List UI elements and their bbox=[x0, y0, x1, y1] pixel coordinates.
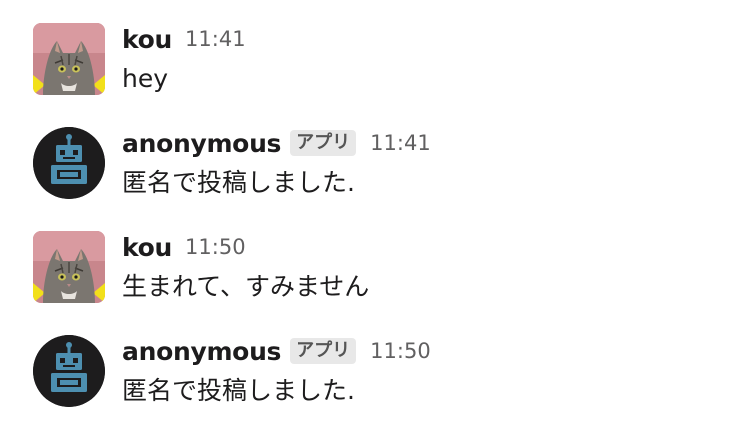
timestamp[interactable]: 11:50 bbox=[370, 339, 431, 363]
timestamp[interactable]: 11:41 bbox=[185, 27, 246, 51]
robot-avatar-icon[interactable] bbox=[33, 335, 105, 407]
message: anonymous アプリ 11:41 匿名で投稿しました. bbox=[0, 104, 750, 208]
robot-avatar-icon[interactable] bbox=[33, 127, 105, 199]
message: kou 11:50 生まれて、すみません bbox=[0, 208, 750, 312]
message-header: anonymous アプリ 11:50 bbox=[122, 334, 431, 368]
message-header: kou 11:41 bbox=[122, 22, 246, 56]
cat-avatar-icon[interactable] bbox=[33, 23, 105, 95]
message-text: 匿名で投稿しました. bbox=[122, 376, 355, 405]
message-header: anonymous アプリ 11:41 bbox=[122, 126, 431, 160]
cat-avatar-icon[interactable] bbox=[33, 231, 105, 303]
author-name[interactable]: anonymous bbox=[122, 337, 281, 366]
message-text: hey bbox=[122, 64, 169, 93]
author-name[interactable]: anonymous bbox=[122, 129, 281, 158]
app-badge: アプリ bbox=[290, 130, 357, 156]
timestamp[interactable]: 11:50 bbox=[185, 235, 246, 259]
message-text: 生まれて、すみません bbox=[122, 272, 370, 301]
message: anonymous アプリ 11:50 匿名で投稿しました. bbox=[0, 312, 750, 416]
message-header: kou 11:50 bbox=[122, 230, 246, 264]
message-text: 匿名で投稿しました. bbox=[122, 168, 355, 197]
message: kou 11:41 hey bbox=[0, 0, 750, 104]
author-name[interactable]: kou bbox=[122, 233, 172, 262]
timestamp[interactable]: 11:41 bbox=[370, 131, 431, 155]
app-badge: アプリ bbox=[290, 338, 357, 364]
author-name[interactable]: kou bbox=[122, 25, 172, 54]
